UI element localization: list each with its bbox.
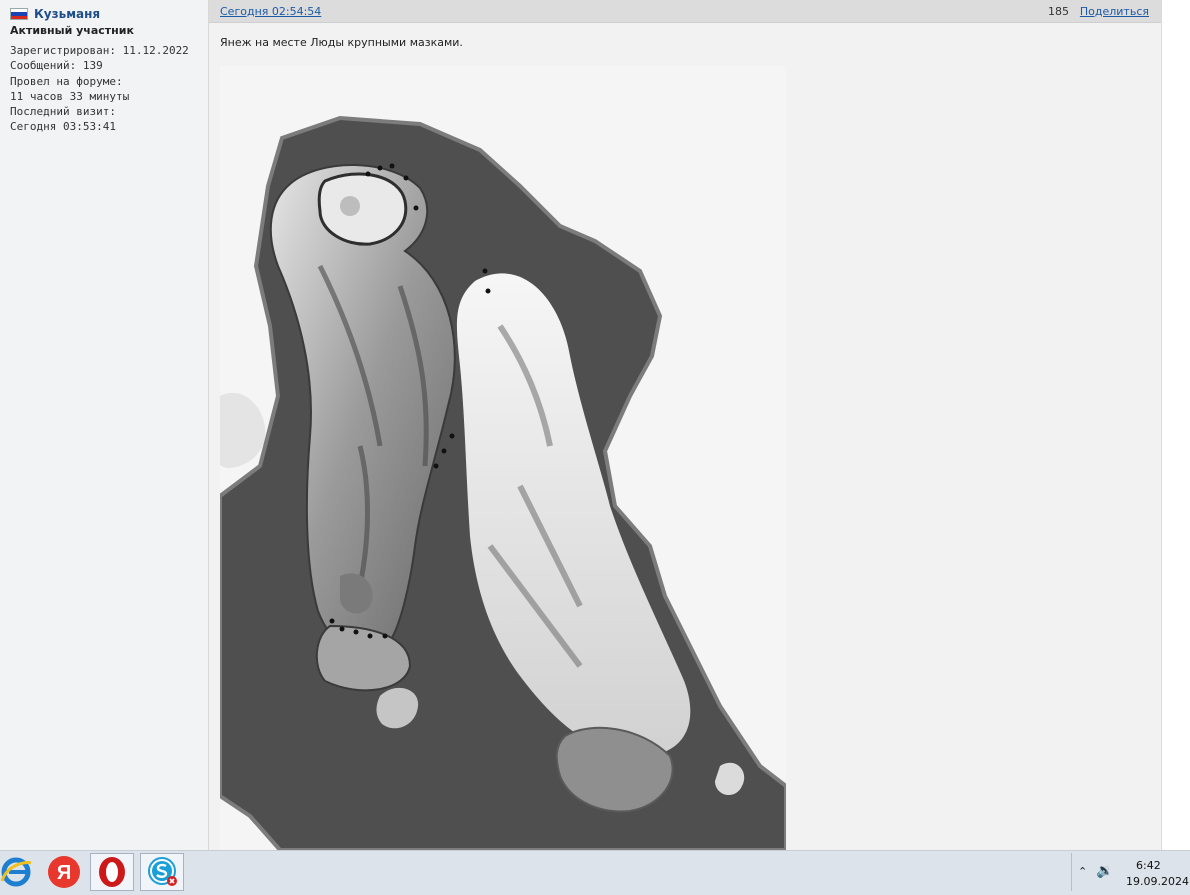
- forum-time-value: 11 часов 33 минуты: [10, 89, 130, 103]
- last-visit-value: Сегодня 03:53:41: [10, 120, 116, 134]
- last-visit-label: Последний визит:: [10, 105, 116, 119]
- skype-icon[interactable]: [140, 853, 184, 891]
- yandex-letter: Я: [57, 862, 71, 884]
- user-rank: Активный участник: [10, 24, 134, 37]
- registered-date: Зарегистрирован: 11.12.2022: [10, 44, 189, 57]
- tray-expand-icon[interactable]: ⌃: [1078, 865, 1087, 878]
- user-stats: Зарегистрирован: 11.12.2022 Сообщений: 1…: [10, 43, 189, 135]
- share-link[interactable]: Поделиться: [1080, 5, 1149, 18]
- post-number: 185: [1048, 5, 1069, 18]
- clock-date[interactable]: 19.09.2024: [1126, 875, 1189, 888]
- user-row: Кузьманя: [10, 7, 100, 21]
- yandex-browser-icon[interactable]: Я: [42, 853, 86, 891]
- message-count: Сообщений: 139: [10, 59, 103, 73]
- username-link[interactable]: Кузьманя: [34, 7, 100, 21]
- system-tray: ⌃ 🔉 6:42 19.09.2024: [1071, 853, 1190, 891]
- post-content: Сегодня 02:54:54 185 Поделиться Янеж на …: [209, 0, 1161, 850]
- painting-image: [220, 66, 786, 850]
- post-timestamp-link[interactable]: Сегодня 02:54:54: [220, 5, 321, 18]
- opera-icon[interactable]: [90, 853, 134, 891]
- post-text: Янеж на месте Люды крупными мазками.: [220, 36, 463, 49]
- windows-taskbar: Я ⌃ 🔉 6:42 19.09.2024: [0, 850, 1190, 895]
- forum-time-label: Провел на форуме:: [10, 74, 123, 88]
- user-profile-sidebar: Кузьманя Активный участник Зарегистриров…: [0, 0, 209, 850]
- forum-page: Кузьманя Активный участник Зарегистриров…: [0, 0, 1190, 850]
- volume-icon[interactable]: 🔉: [1096, 863, 1113, 879]
- russia-flag-icon: [10, 8, 28, 20]
- post-header: Сегодня 02:54:54 185 Поделиться: [209, 0, 1161, 23]
- post-image[interactable]: [220, 66, 786, 850]
- clock-time[interactable]: 6:42: [1136, 859, 1161, 872]
- internet-explorer-icon[interactable]: [0, 853, 38, 891]
- right-panel: [1161, 0, 1190, 850]
